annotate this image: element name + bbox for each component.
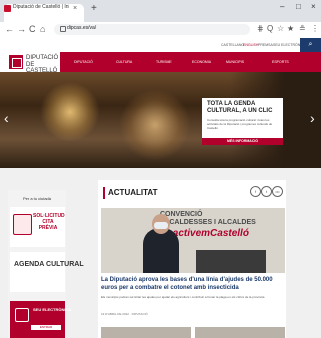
nav-item-municipis[interactable]: MUNICIPIS [226, 60, 244, 64]
tab-favicon-icon [4, 5, 11, 12]
hero-light-decoration [40, 82, 100, 142]
forward-icon[interactable]: → [17, 24, 26, 34]
cita-previa-label[interactable]: SOL·LICITUD CITA PRÈVIA [33, 213, 65, 231]
seu-enter-button[interactable]: ENTRAR [31, 325, 61, 330]
news-headline[interactable]: La Diputació aprova les bases d'una líni… [101, 277, 285, 292]
extension-icon[interactable]: ★ [287, 24, 294, 33]
nav-item-esports[interactable]: ESPORTS [272, 60, 289, 64]
nav-item-diputacio[interactable]: DIPUTACIÓ [74, 60, 93, 64]
speaker-mask [154, 222, 168, 229]
news-summary: Els municipis podran sol·licitar les aju… [101, 295, 265, 299]
nav-item-economia[interactable]: ECONOMIA [192, 60, 211, 64]
new-tab-button[interactable]: + [91, 3, 97, 14]
util-link-castellano[interactable]: CASTELLANO [221, 43, 244, 47]
hero-light-decoration-2 [120, 90, 190, 160]
maximize-button[interactable]: □ [296, 2, 301, 11]
lock-icon [60, 26, 66, 32]
grid-icon[interactable]: ⋕ [257, 24, 264, 33]
agenda-block[interactable] [10, 252, 65, 292]
util-link-premsa[interactable]: PREMSA [258, 43, 273, 47]
zoom-icon[interactable]: Q [267, 24, 273, 33]
news-thumb-2[interactable] [195, 327, 285, 338]
podium-shape [196, 250, 266, 273]
bookmark-star-icon[interactable]: ☆ [277, 24, 284, 33]
hero-title: TOTA LA GENDA CULTURAL, A UN CLIC [207, 101, 273, 114]
section-accent-bar [103, 187, 105, 199]
home-icon[interactable]: ⌂ [40, 24, 45, 34]
tab-title: Diputació de Castelló | Inici [13, 4, 69, 10]
news-meta: 19 D'ABRIL DE 2022 · DIPUTACIÓ [101, 312, 148, 316]
hero-next-arrow[interactable]: › [310, 110, 315, 126]
util-link-english[interactable]: ENGLISH [243, 43, 258, 47]
reload-icon[interactable]: C [29, 24, 36, 34]
more-share-icon[interactable]: ••• [272, 186, 283, 197]
profile-icon[interactable]: ≗ [299, 24, 306, 33]
facebook-icon[interactable]: f [250, 186, 261, 197]
seu-icon [15, 308, 29, 322]
image-caption-alcaldes: ALCALDESSES I ALCALDES [160, 219, 256, 226]
nav-item-turisme[interactable]: TURISME [156, 60, 172, 64]
logo-inner-mark [12, 58, 22, 68]
menu-icon[interactable]: ⋮ [311, 24, 319, 33]
agenda-label[interactable]: AGENDA CULTURAL [14, 261, 84, 269]
seu-title: SEU ELECTRÒNICA [33, 307, 72, 312]
hero-description: Consulta tota la programació cultural i … [207, 118, 273, 130]
calendar-icon [13, 214, 32, 235]
hero-prev-arrow[interactable]: ‹ [4, 110, 9, 126]
url-text[interactable]: dipcas.es/va/ [67, 25, 96, 31]
speaker-figure [143, 228, 179, 273]
twitter-icon[interactable]: t [261, 186, 272, 197]
back-icon[interactable]: ← [5, 24, 14, 34]
close-window-button[interactable]: × [311, 2, 316, 11]
nav-item-cultura[interactable]: CULTURA [116, 60, 132, 64]
news-thumb-1[interactable] [101, 327, 191, 338]
tab-close-button[interactable]: × [73, 5, 77, 12]
hero-more-info-button[interactable]: MÉS INFORMACIÓ [202, 138, 283, 145]
site-search-button[interactable]: ⌕ [300, 38, 321, 52]
news-section-title: ACTUALITAT [108, 188, 158, 197]
sidebar-heading: Per a tu ciutadà [22, 196, 52, 201]
minimize-button[interactable]: – [280, 2, 284, 11]
